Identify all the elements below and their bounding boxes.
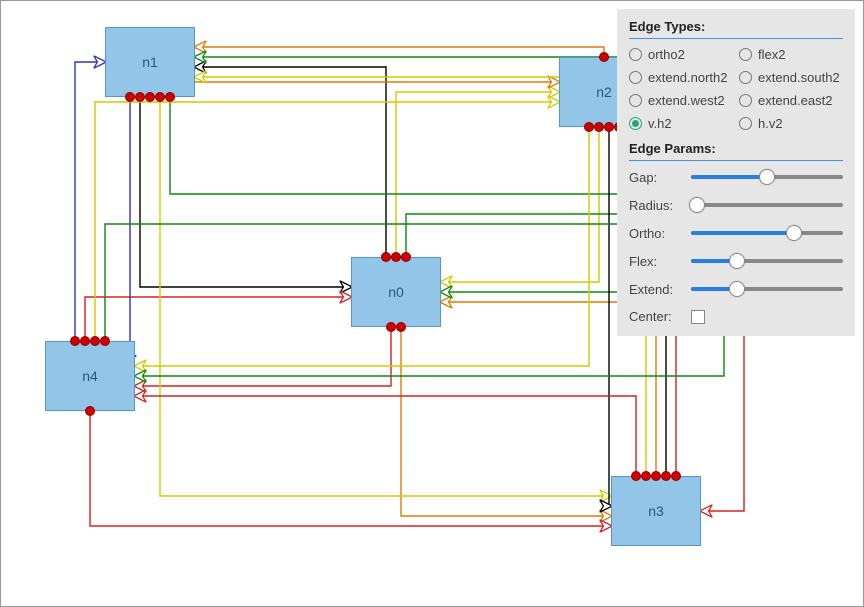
edge-type-radio-ortho2[interactable]: ortho2 <box>629 47 733 62</box>
edge-n1-n0 <box>140 97 351 287</box>
edge-params-group: Gap: Radius: Ortho: Flex: Extend: Center… <box>629 169 843 324</box>
edge-type-radio-extend_north2[interactable]: extend.north2 <box>629 70 733 85</box>
edge-n4-n2 <box>95 102 559 341</box>
port <box>604 122 614 132</box>
edge-n1-n4 <box>130 97 135 356</box>
edge-n2-n0 <box>441 127 599 282</box>
radio-icon <box>629 48 642 61</box>
ortho-slider[interactable] <box>691 225 843 241</box>
edge-n4-n0 <box>85 297 351 341</box>
node-label: n4 <box>82 368 98 384</box>
node-n0[interactable]: n0 <box>351 257 441 327</box>
divider <box>629 38 843 39</box>
edge-n3-n4 <box>135 396 636 476</box>
port <box>631 471 641 481</box>
node-label: n0 <box>388 284 404 300</box>
radio-label: extend.north2 <box>648 70 728 85</box>
edge-type-radio-extend_west2[interactable]: extend.west2 <box>629 93 733 108</box>
param-label-radius: Radius: <box>629 198 685 213</box>
port <box>125 92 135 102</box>
graph-editor-canvas[interactable]: n0n1n2n3n4n5 Edge Types: ortho2flex2exte… <box>0 0 864 607</box>
node-label: n3 <box>648 503 664 519</box>
edge-n2-n3 <box>609 127 611 506</box>
port <box>661 471 671 481</box>
edge-n0-n1 <box>195 67 386 257</box>
radio-label: extend.west2 <box>648 93 725 108</box>
edge-n0-n2 <box>396 92 559 257</box>
edge-params-heading: Edge Params: <box>629 141 843 156</box>
port <box>381 252 391 262</box>
port <box>90 336 100 346</box>
port <box>135 92 145 102</box>
port <box>401 252 411 262</box>
port <box>584 122 594 132</box>
node-label: n1 <box>142 54 158 70</box>
port <box>155 92 165 102</box>
flex-slider[interactable] <box>691 253 843 269</box>
param-label-center: Center: <box>629 309 685 324</box>
port <box>396 322 406 332</box>
port <box>70 336 80 346</box>
radio-icon <box>739 117 752 130</box>
radio-icon <box>629 117 642 130</box>
port <box>651 471 661 481</box>
radio-icon <box>629 71 642 84</box>
edge-type-radio-v_h2[interactable]: v.h2 <box>629 116 733 131</box>
center-checkbox[interactable] <box>691 310 843 324</box>
edge-n0-n4 <box>135 327 391 386</box>
edge-type-radio-group: ortho2 flex2 extend.north2 extend.south2 ext… <box>629 47 843 131</box>
node-n3[interactable]: n3 <box>611 476 701 546</box>
edge-type-radio-extend_east2[interactable]: extend.east2 <box>739 93 843 108</box>
edge-type-radio-extend_south2[interactable]: extend.south2 <box>739 70 843 85</box>
param-label-extend: Extend: <box>629 282 685 297</box>
radio-icon <box>629 94 642 107</box>
radio-icon <box>739 71 752 84</box>
node-n1[interactable]: n1 <box>105 27 195 97</box>
port <box>641 471 651 481</box>
port <box>145 92 155 102</box>
edge-type-radio-h_v2[interactable]: h.v2 <box>739 116 843 131</box>
radio-icon <box>739 48 752 61</box>
divider <box>629 160 843 161</box>
port <box>80 336 90 346</box>
port <box>85 406 95 416</box>
extend-slider[interactable] <box>691 281 843 297</box>
port <box>391 252 401 262</box>
radio-label: extend.east2 <box>758 93 832 108</box>
param-label-flex: Flex: <box>629 254 685 269</box>
edge-n4-n3 <box>90 411 611 526</box>
edge-n2-n1 <box>195 47 604 57</box>
port <box>594 122 604 132</box>
edge-types-heading: Edge Types: <box>629 19 843 34</box>
radio-icon <box>739 94 752 107</box>
edge-type-radio-flex2[interactable]: flex2 <box>739 47 843 62</box>
param-label-gap: Gap: <box>629 170 685 185</box>
edge-n4-n1 <box>75 62 105 341</box>
node-label: n2 <box>596 84 612 100</box>
node-n4[interactable]: n4 <box>45 341 135 411</box>
edge-n0-n3 <box>401 327 611 516</box>
edge-n1-n2 <box>150 82 559 97</box>
port <box>100 336 110 346</box>
edge-n2-n4 <box>135 127 589 366</box>
port <box>671 471 681 481</box>
radio-label: h.v2 <box>758 116 783 131</box>
radio-label: ortho2 <box>648 47 685 62</box>
control-panel: Edge Types: ortho2 flex2 extend.north2 exte… <box>617 9 855 336</box>
param-label-ortho: Ortho: <box>629 226 685 241</box>
port <box>599 52 609 62</box>
radio-label: v.h2 <box>648 116 672 131</box>
radio-label: flex2 <box>758 47 785 62</box>
port <box>165 92 175 102</box>
port <box>386 322 396 332</box>
radius-slider[interactable] <box>691 197 843 213</box>
radio-label: extend.south2 <box>758 70 840 85</box>
gap-slider[interactable] <box>691 169 843 185</box>
